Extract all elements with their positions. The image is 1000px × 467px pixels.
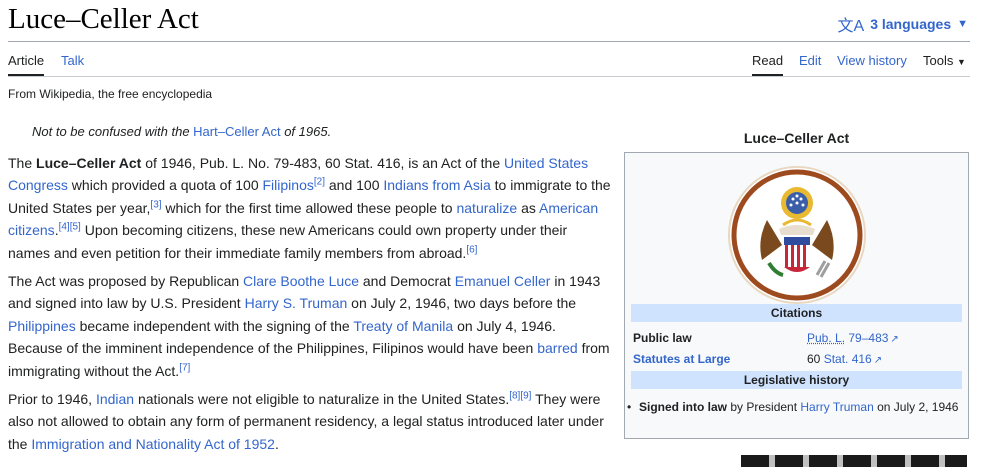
text: which for the first time allowed these p… (161, 199, 457, 216)
infobox-header-legislative-history: Legislative history (631, 371, 962, 389)
tabs-divider (8, 76, 970, 77)
title-divider (8, 41, 970, 42)
link-immigration-nationality-act[interactable]: Immigration and Nationality Act of 1952 (31, 436, 275, 452)
page-tabs: Article Talk Read Edit View history Tool… (8, 53, 970, 76)
text: nationals were not eligible to naturaliz… (134, 391, 510, 408)
stat-link[interactable]: Stat. 416 (824, 352, 872, 366)
ref-link[interactable]: [7] (179, 362, 190, 373)
chevron-down-icon: ▼ (957, 18, 968, 30)
public-law-value: Pub. L. 79–483 ↗ (807, 331, 899, 345)
bold-title: Luce–Celler Act (36, 155, 142, 171)
translate-icon: 文A (837, 18, 865, 35)
page-title: Luce–Celler Act (8, 3, 199, 35)
text: and Democrat (359, 273, 455, 290)
great-seal-image[interactable] (727, 165, 867, 305)
statutes-prefix: 60 (807, 352, 824, 366)
external-link-icon: ↗ (890, 334, 899, 345)
ref-link[interactable]: [8] (509, 390, 520, 401)
languages-button[interactable]: 文A 3 languages ▼ (838, 12, 969, 36)
ref-link[interactable]: [9] (520, 390, 531, 401)
tab-edit[interactable]: Edit (799, 53, 821, 74)
link-emanuel-celler[interactable]: Emanuel Celler (455, 273, 551, 289)
external-link-icon: ↗ (873, 355, 883, 366)
languages-label: 3 languages (870, 16, 952, 32)
chevron-down-icon: ▼ (956, 57, 966, 67)
hatnote-text: of 1965. (280, 124, 332, 139)
public-law-label: Public law (633, 331, 692, 345)
hart-celler-link[interactable]: Hart–Celler Act (193, 124, 280, 139)
site-subtitle: From Wikipedia, the free encyclopedia (8, 87, 213, 101)
text: on July 2, 1946 (873, 400, 959, 414)
ref-link[interactable]: [4] (59, 222, 70, 233)
link-barred[interactable]: barred (537, 340, 577, 356)
paragraph-3: Prior to 1946, Indian nationals were not… (8, 388, 613, 455)
pub-l-number-link[interactable]: 79–483 (848, 331, 888, 345)
statutes-at-large-link[interactable]: Statutes at Large (633, 352, 730, 366)
ref-link[interactable]: [6] (466, 244, 477, 255)
text: The (8, 155, 37, 171)
text: . (274, 435, 279, 452)
infobox-caption: Luce–Celler Act (743, 130, 850, 146)
text: of 1946, Pub. L. No. 79-483, 60 Stat. 41… (141, 155, 505, 171)
link-harry-truman[interactable]: Harry Truman (800, 400, 873, 414)
statutes-value: 60 Stat. 416 ↗ (807, 352, 882, 366)
list-item: Signed into law by President Harry Truma… (627, 399, 959, 415)
infobox-header-citations: Citations (631, 304, 962, 322)
infobox-image-partial (741, 455, 967, 467)
link-indian[interactable]: Indian (96, 391, 134, 407)
article-body: The Luce–Celler Act of 1946, Pub. L. No.… (8, 152, 613, 461)
link-harry-truman[interactable]: Harry S. Truman (245, 295, 348, 311)
ref-link[interactable]: [2] (314, 177, 325, 188)
ref-link[interactable]: [3] (150, 199, 161, 210)
text: on July 2, 1946, two days before the (347, 295, 577, 312)
ref-link[interactable]: [5] (70, 222, 81, 233)
link-clare-boothe-luce[interactable]: Clare Boothe Luce (243, 273, 359, 289)
text: The Act was proposed by Republican (8, 273, 244, 290)
link-naturalize[interactable]: naturalize (456, 200, 517, 216)
tab-read[interactable]: Read (752, 53, 784, 76)
tools-label: Tools (923, 53, 954, 68)
hatnote: Not to be confused with the Hart–Celler … (32, 124, 331, 139)
text: Prior to 1946, (8, 391, 96, 408)
text: by President (727, 400, 801, 414)
link-indians-from-asia[interactable]: Indians from Asia (383, 177, 490, 193)
text: Upon becoming citizens, these new Americ… (8, 222, 568, 261)
text: which provided a quota of 100 (67, 177, 263, 194)
paragraph-1: The Luce–Celler Act of 1946, Pub. L. No.… (8, 152, 613, 264)
signed-label: Signed into law (639, 400, 728, 414)
text: as (517, 199, 539, 216)
link-philippines[interactable]: Philippines (8, 318, 76, 334)
link-filipinos[interactable]: Filipinos (263, 177, 314, 193)
tab-view-history[interactable]: View history (837, 53, 907, 74)
tab-talk[interactable]: Talk (61, 53, 84, 74)
text: became independent with the signing of t… (75, 317, 354, 334)
infobox: Citations Public law Pub. L. 79–483 ↗ Sta… (624, 152, 969, 439)
paragraph-2: The Act was proposed by Republican Clare… (8, 270, 613, 382)
link-treaty-of-manila[interactable]: Treaty of Manila (353, 318, 453, 334)
text: and 100 (324, 177, 384, 194)
tools-menu[interactable]: Tools ▼ (923, 53, 966, 74)
hatnote-text: Not to be confused with the (32, 124, 194, 139)
tab-article[interactable]: Article (8, 53, 45, 76)
pub-l-link[interactable]: Pub. L. (807, 331, 845, 345)
